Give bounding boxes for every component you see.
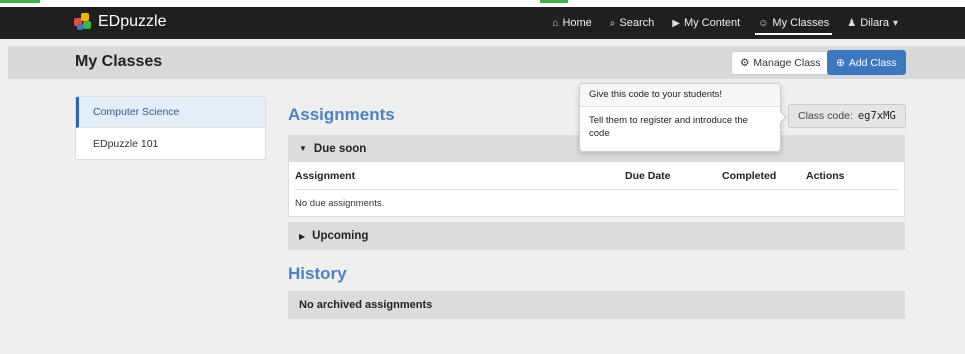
brand-name: EDpuzzle: [98, 13, 167, 30]
caret-down-icon: ▼: [299, 144, 307, 153]
popover-arrow: [779, 110, 787, 124]
navbar: EDpuzzle ⌂ Home ⌕ Search ▶ My Content ☺ …: [0, 7, 965, 39]
manage-class-button[interactable]: ⚙ Manage Class: [731, 51, 830, 75]
nav-label: Search: [619, 17, 655, 29]
column-header-actions: Actions: [806, 170, 845, 182]
archived-panel: No archived assignments: [288, 291, 905, 319]
class-code-value: eg7xMG: [857, 110, 896, 122]
sidebar-item-label: EDpuzzle 101: [93, 137, 159, 150]
top-accent-strip: [0, 0, 965, 7]
column-header-completed: Completed: [722, 170, 777, 182]
assignments-table: Assignment Due Date Completed Actions No…: [288, 162, 905, 217]
class-code-popover: Give this code to your students! Tell th…: [579, 83, 787, 152]
nav-label: My Classes: [772, 17, 830, 29]
column-header-due-date: Due Date: [625, 170, 671, 182]
sidebar-item-computer-science[interactable]: Computer Science: [76, 97, 265, 128]
nav-label: Home: [562, 17, 592, 29]
add-class-label: Add Class: [848, 56, 897, 69]
main-nav: ⌂ Home ⌕ Search ▶ My Content ☺ My Classe…: [543, 7, 907, 39]
gear-icon: ⚙: [740, 57, 750, 69]
nav-home[interactable]: ⌂ Home: [543, 7, 600, 39]
nav-search[interactable]: ⌕ Search: [601, 7, 663, 39]
class-code-box[interactable]: Class code: eg7xMG: [788, 104, 906, 128]
sidebar-item-label: Computer Science: [93, 106, 180, 118]
brand-link[interactable]: EDpuzzle: [74, 13, 166, 31]
caret-right-icon: ▶: [299, 231, 306, 241]
table-divider: [295, 189, 898, 190]
archived-text: No archived assignments: [299, 299, 433, 311]
user-icon: ♟: [847, 17, 857, 29]
home-icon: ⌂: [552, 17, 559, 29]
users-icon: ☺: [758, 17, 769, 29]
search-icon: ⌕: [609, 17, 616, 29]
caret-down-icon: ▾: [892, 17, 898, 29]
class-list: Computer Science EDpuzzle 101: [75, 96, 266, 160]
popover-body: Tell them to register and introduce the …: [589, 115, 748, 139]
upcoming-toggle[interactable]: ▶ Upcoming: [288, 222, 905, 250]
accent-line: [540, 0, 568, 3]
nav-my-classes[interactable]: ☺ My Classes: [749, 7, 838, 39]
nav-label: Dilara: [860, 17, 889, 29]
edpuzzle-logo-icon: [74, 13, 92, 31]
due-soon-label: Due soon: [313, 142, 367, 155]
class-code-label: Class code:: [798, 110, 853, 122]
accent-line: [0, 0, 40, 3]
add-class-button[interactable]: ⊕ Add Class: [827, 50, 906, 75]
history-heading: History: [288, 264, 347, 283]
assignments-heading: Assignments: [288, 105, 395, 124]
page-header: My Classes ⚙ Manage Class ⊕ Add Class: [8, 46, 965, 79]
sidebar-item-edpuzzle-101[interactable]: EDpuzzle 101: [76, 128, 265, 159]
video-icon: ▶: [672, 17, 680, 29]
column-header-assignment: Assignment: [295, 170, 356, 182]
manage-class-label: Manage Class: [753, 57, 821, 69]
popover-title: Give this code to your students!: [580, 84, 780, 107]
table-empty-row: No due assignments.: [295, 198, 385, 209]
page-title: My Classes: [75, 53, 163, 70]
nav-my-content[interactable]: ▶ My Content: [663, 7, 749, 39]
upcoming-label: Upcoming: [312, 230, 369, 242]
plus-circle-icon: ⊕: [836, 56, 845, 69]
nav-label: My Content: [683, 17, 741, 29]
nav-user-menu[interactable]: ♟ Dilara ▾: [838, 7, 907, 39]
